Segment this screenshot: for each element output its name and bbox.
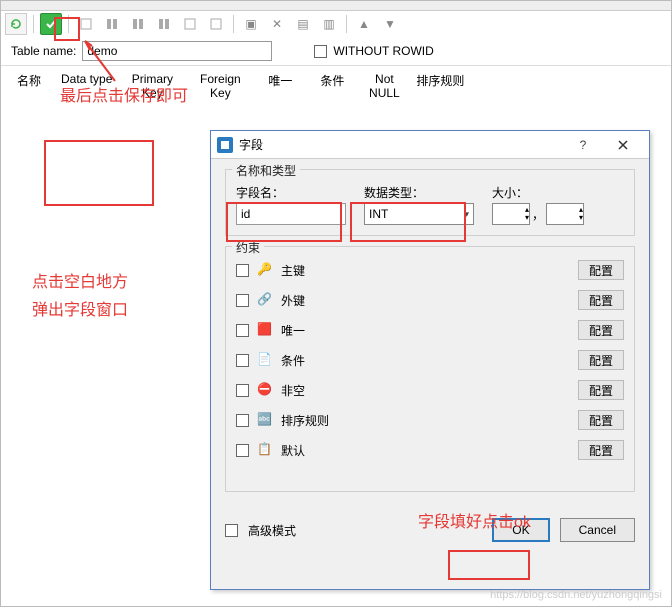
- row-notnull: ⛔ 非空 配置: [236, 375, 624, 405]
- tool-4[interactable]: [101, 13, 123, 35]
- menubar-strip: [1, 1, 671, 11]
- uq-config-button[interactable]: 配置: [578, 320, 624, 340]
- dialog-icon: [217, 137, 233, 153]
- col-check: 条件: [312, 72, 352, 100]
- pk-label: 主键: [281, 262, 305, 279]
- row-fk: 🔗 外键 配置: [236, 285, 624, 315]
- tool-5[interactable]: [127, 13, 149, 35]
- row-pk: 🔑 主键 配置: [236, 255, 624, 285]
- annot-arrow-1: [80, 36, 120, 86]
- default-icon: 📋: [257, 442, 273, 458]
- nn-label: 非空: [281, 382, 305, 399]
- unique-icon: 🟥: [257, 322, 273, 338]
- fk-label: 外键: [281, 292, 305, 309]
- link-icon: 🔗: [257, 292, 273, 308]
- table-name-label: Table name:: [11, 44, 76, 58]
- dialog-titlebar: 字段 ?: [211, 131, 649, 159]
- annot-box-datatype: [350, 202, 466, 242]
- col-unique: 唯一: [260, 72, 300, 100]
- annot-text-3: 字段填好点击ok: [418, 508, 531, 532]
- tool-11[interactable]: ▤: [292, 13, 314, 35]
- col-collate: 排序规则: [416, 72, 464, 100]
- row-check: 📄 条件 配置: [236, 345, 624, 375]
- co-label: 排序规则: [281, 412, 329, 429]
- data-type-label: 数据类型：: [364, 184, 474, 201]
- size-spin-1[interactable]: ▴▾: [492, 203, 530, 225]
- tool-14[interactable]: ▼: [379, 13, 401, 35]
- annot-text-2b: 弹出字段窗口: [32, 296, 128, 320]
- cancel-button[interactable]: Cancel: [560, 518, 635, 542]
- ck-config-button[interactable]: 配置: [578, 350, 624, 370]
- close-button[interactable]: [603, 133, 643, 157]
- row-default: 📋 默认 配置: [236, 435, 624, 465]
- help-button[interactable]: ?: [563, 133, 603, 157]
- collate-icon: 🔤: [257, 412, 273, 428]
- fk-config-button[interactable]: 配置: [578, 290, 624, 310]
- col-notnull: Not NULL: [364, 72, 404, 100]
- co-config-button[interactable]: 配置: [578, 410, 624, 430]
- without-rowid-label: WITHOUT ROWID: [333, 44, 433, 58]
- ck-label: 条件: [281, 352, 305, 369]
- tool-9[interactable]: ▣: [240, 13, 262, 35]
- uq-label: 唯一: [281, 322, 305, 339]
- sep: [233, 15, 234, 33]
- nn-config-button[interactable]: 配置: [578, 380, 624, 400]
- pk-config-button[interactable]: 配置: [578, 260, 624, 280]
- col-fk: Foreign Key: [192, 72, 248, 100]
- fk-checkbox[interactable]: [236, 294, 249, 307]
- sep: [33, 15, 34, 33]
- annot-box-blank: [44, 140, 154, 206]
- df-checkbox[interactable]: [236, 444, 249, 457]
- without-rowid-checkbox[interactable]: [314, 45, 327, 58]
- annot-box-ok: [448, 550, 530, 580]
- size-comma: ，: [532, 206, 544, 223]
- row-collate: 🔤 排序规则 配置: [236, 405, 624, 435]
- constraints-group: 约束 🔑 主键 配置 🔗 外键 配置 🟥 唯一 配置 📄: [225, 246, 635, 492]
- df-label: 默认: [281, 442, 305, 459]
- field-name-label: 字段名：: [236, 184, 346, 201]
- tool-7[interactable]: [179, 13, 201, 35]
- pk-checkbox[interactable]: [236, 264, 249, 277]
- df-config-button[interactable]: 配置: [578, 440, 624, 460]
- size-label: 大小：: [492, 184, 584, 201]
- co-checkbox[interactable]: [236, 414, 249, 427]
- annot-box-save: [54, 17, 80, 41]
- row-unique: 🟥 唯一 配置: [236, 315, 624, 345]
- check-icon: 📄: [257, 352, 273, 368]
- col-name: 名称: [9, 72, 49, 100]
- advanced-label: 高级模式: [248, 522, 296, 539]
- annot-box-fieldname: [226, 202, 342, 242]
- tool-12[interactable]: ▥: [318, 13, 340, 35]
- nn-checkbox[interactable]: [236, 384, 249, 397]
- uq-checkbox[interactable]: [236, 324, 249, 337]
- tool-10[interactable]: ✕: [266, 13, 288, 35]
- tool-6[interactable]: [153, 13, 175, 35]
- tool-13[interactable]: ▲: [353, 13, 375, 35]
- size-spin-2[interactable]: ▴▾: [546, 203, 584, 225]
- advanced-checkbox[interactable]: [225, 524, 238, 537]
- ck-checkbox[interactable]: [236, 354, 249, 367]
- name-type-legend: 名称和类型: [232, 162, 300, 179]
- key-icon: 🔑: [257, 262, 273, 278]
- sep: [346, 15, 347, 33]
- watermark: https://blog.csdn.net/yuzhongqingsi: [490, 589, 662, 601]
- tool-8[interactable]: [205, 13, 227, 35]
- annot-text-2a: 点击空白地方: [32, 268, 128, 292]
- annot-text-1: 最后点击保存即可: [60, 82, 188, 106]
- notnull-icon: ⛔: [257, 382, 273, 398]
- toolbar: ▣ ✕ ▤ ▥ ▲ ▼: [1, 11, 671, 37]
- refresh-button[interactable]: [5, 13, 27, 35]
- dialog-title: 字段: [239, 136, 263, 153]
